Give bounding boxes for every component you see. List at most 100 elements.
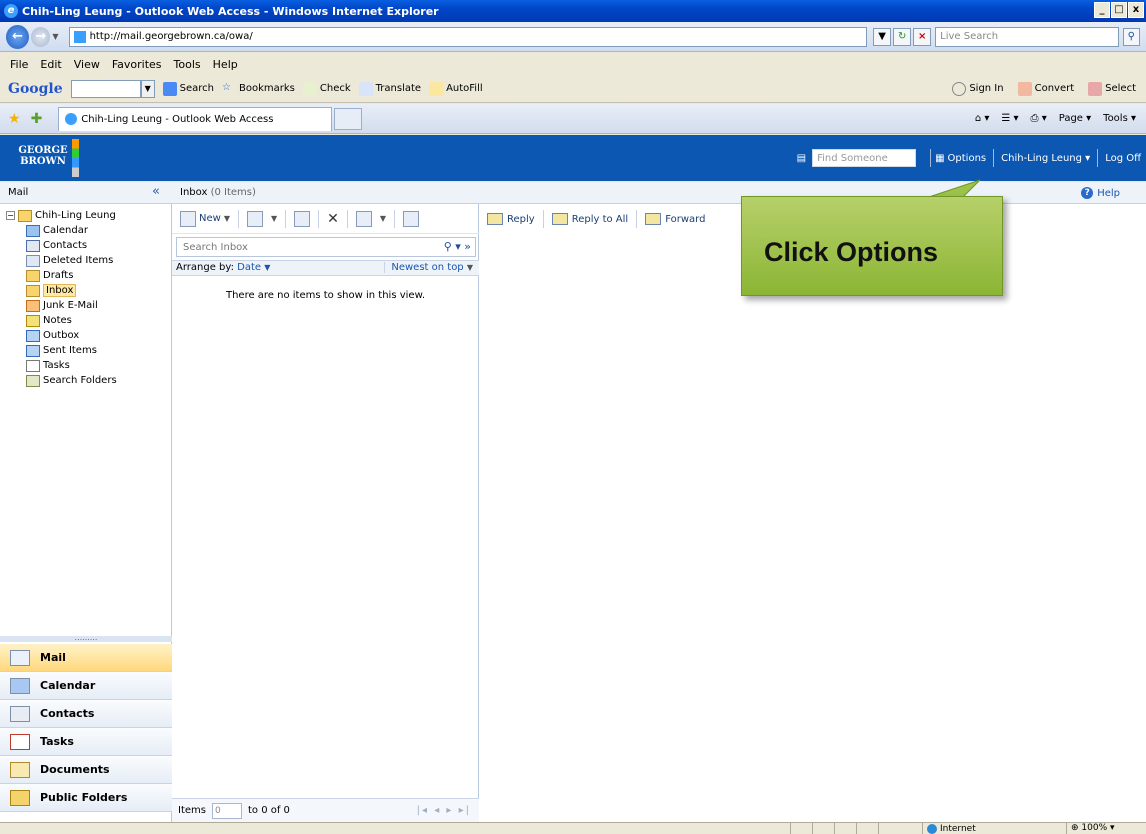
logo-line2: BROWN — [20, 156, 66, 167]
google-translate-button[interactable]: Translate — [358, 81, 421, 96]
forward-button[interactable]: → — [31, 26, 51, 47]
delete-icon[interactable]: ✕ — [327, 211, 339, 227]
print-icon[interactable]: ⎙ ▾ — [1031, 113, 1047, 124]
folder-outbox[interactable]: Outbox — [6, 328, 117, 343]
folder-tasks[interactable]: Tasks — [6, 358, 117, 373]
nav-documents[interactable]: Documents — [0, 756, 172, 784]
nav-mail[interactable]: Mail — [0, 644, 172, 672]
user-name: Chih-Ling Leung — [1001, 152, 1082, 164]
view-dropdown-icon[interactable]: ▼ — [271, 214, 277, 223]
tab-page-icon — [65, 113, 78, 125]
log-off-link[interactable]: Log Off — [1102, 153, 1144, 164]
arrange-by[interactable]: Arrange by: Date ▼ — [176, 262, 270, 273]
stop-icon[interactable]: × — [913, 27, 932, 46]
arrange-value: Date — [237, 262, 262, 273]
empty-list-message: There are no items to show in this view. — [225, 290, 426, 301]
new-message-button[interactable]: New ▼ — [180, 210, 230, 227]
address-dropdown-icon[interactable]: ▼ — [873, 27, 892, 46]
user-menu[interactable]: Chih-Ling Leung ▾ — [998, 153, 1093, 164]
collapse-icon[interactable]: « — [152, 184, 160, 199]
home-icon[interactable]: ⌂ ▾ — [975, 113, 990, 124]
search-inbox-input[interactable]: Search Inbox ⚲ ▾ » — [176, 237, 476, 257]
favorites-star-icon[interactable]: ★ — [8, 111, 21, 127]
pane-resize-grip[interactable]: ......... — [0, 634, 172, 642]
menu-favorites[interactable]: Favorites — [112, 58, 162, 71]
item-number-input[interactable]: 0 — [211, 802, 242, 819]
google-check-button[interactable]: Check — [302, 81, 351, 96]
google-bookmarks-button[interactable]: ☆ Bookmarks — [222, 82, 295, 96]
address-book-icon[interactable]: ▤ — [797, 153, 806, 164]
zone-label: Internet — [940, 824, 976, 834]
view-icon[interactable] — [246, 210, 263, 227]
tree-root[interactable]: − Chih-Ling Leung — [6, 208, 117, 223]
copy-move-icon[interactable] — [355, 210, 372, 227]
folder-deleted-items[interactable]: Deleted Items — [6, 253, 117, 268]
move-icon[interactable] — [294, 210, 311, 227]
menu-tools[interactable]: Tools — [174, 58, 201, 71]
find-someone-input[interactable]: Find Someone — [812, 149, 917, 167]
search-options-icon[interactable]: ⚲ ▾ » — [444, 240, 471, 253]
feeds-icon[interactable]: ☰ ▾ — [1001, 113, 1018, 124]
menu-help[interactable]: Help — [213, 58, 238, 71]
menu-edit[interactable]: Edit — [40, 58, 61, 71]
nav-label: Mail — [40, 651, 66, 664]
new-tab-button[interactable] — [334, 107, 363, 130]
folder-label: Tasks — [43, 360, 70, 371]
live-search-input[interactable]: Live Search — [935, 26, 1119, 47]
tab-outlook-web-access[interactable]: Chih-Ling Leung - Outlook Web Access — [58, 106, 333, 131]
reply-button[interactable]: Reply — [487, 213, 535, 225]
add-favorite-icon[interactable]: ✚ — [31, 111, 43, 127]
url-text: http://mail.georgebrown.ca/owa/ — [89, 31, 253, 42]
close-button[interactable]: x — [1128, 2, 1144, 18]
convert-button[interactable]: Convert — [1017, 81, 1074, 96]
status-cell — [856, 823, 878, 834]
options-link[interactable]: Options — [945, 153, 990, 164]
url-input[interactable]: http://mail.georgebrown.ca/owa/ — [68, 26, 868, 47]
tools-menu[interactable]: Tools ▾ — [1103, 113, 1136, 124]
minimize-button[interactable]: _ — [1094, 2, 1110, 18]
nav-public-folders[interactable]: Public Folders — [0, 784, 172, 812]
page-icon — [73, 30, 86, 43]
search-icon[interactable]: ⚲ — [1122, 27, 1140, 46]
maximize-button[interactable]: □ — [1111, 2, 1127, 18]
menu-view[interactable]: View — [74, 58, 100, 71]
reply-all-button[interactable]: Reply to All — [551, 213, 628, 225]
folder-drafts[interactable]: Drafts — [6, 268, 117, 283]
security-zone[interactable]: Internet — [922, 823, 1052, 834]
refresh-icon[interactable]: ↻ — [893, 27, 912, 46]
help-link[interactable]: ? Help — [1081, 187, 1120, 199]
help-label: Help — [1097, 187, 1120, 199]
select-button[interactable]: Select — [1088, 81, 1136, 96]
copy-dropdown-icon[interactable]: ▼ — [380, 214, 386, 223]
google-search-label: Search — [179, 83, 215, 94]
ie-logo-icon: e — [4, 4, 18, 18]
nav-calendar[interactable]: Calendar — [0, 672, 172, 700]
folder-contacts[interactable]: Contacts — [6, 238, 117, 253]
google-search-dropdown-icon[interactable]: ▼ — [140, 79, 155, 98]
history-dropdown-icon[interactable]: ▼ — [52, 32, 58, 41]
mail-pane-title: Mail — [8, 187, 29, 198]
zoom-control[interactable]: ⊕ 100% ▾ — [1066, 823, 1146, 834]
folder-search-folders[interactable]: Search Folders — [6, 373, 117, 388]
google-autofill-button[interactable]: AutoFill — [429, 81, 483, 96]
menu-file[interactable]: File — [10, 58, 28, 71]
sign-in-button[interactable]: Sign In — [952, 81, 1004, 96]
folder-calendar[interactable]: Calendar — [6, 223, 117, 238]
folder-junk-email[interactable]: Junk E-Mail — [6, 298, 117, 313]
folder-notes[interactable]: Notes — [6, 313, 117, 328]
folder-sent-items[interactable]: Sent Items — [6, 343, 117, 358]
nav-contacts[interactable]: Contacts — [0, 700, 172, 728]
google-search-button[interactable]: Search — [162, 81, 215, 96]
pager-arrows-icon[interactable]: |◂ ◂ ▸ ▸| — [417, 805, 471, 816]
reading-pane-icon[interactable] — [403, 210, 420, 227]
google-search-input[interactable] — [70, 79, 141, 98]
back-button[interactable]: ← — [6, 24, 30, 49]
folder-inbox[interactable]: Inbox — [6, 283, 117, 298]
list-pager: Items 0 to 0 of 0 |◂ ◂ ▸ ▸| — [172, 798, 479, 822]
folder-label: Contacts — [43, 240, 88, 251]
sort-order[interactable]: Newest on top ▼ — [384, 262, 473, 273]
collapse-tree-icon[interactable]: − — [6, 211, 15, 220]
nav-tasks[interactable]: Tasks — [0, 728, 172, 756]
forward-mail-button[interactable]: Forward — [645, 213, 705, 225]
page-menu[interactable]: Page ▾ — [1059, 113, 1091, 124]
